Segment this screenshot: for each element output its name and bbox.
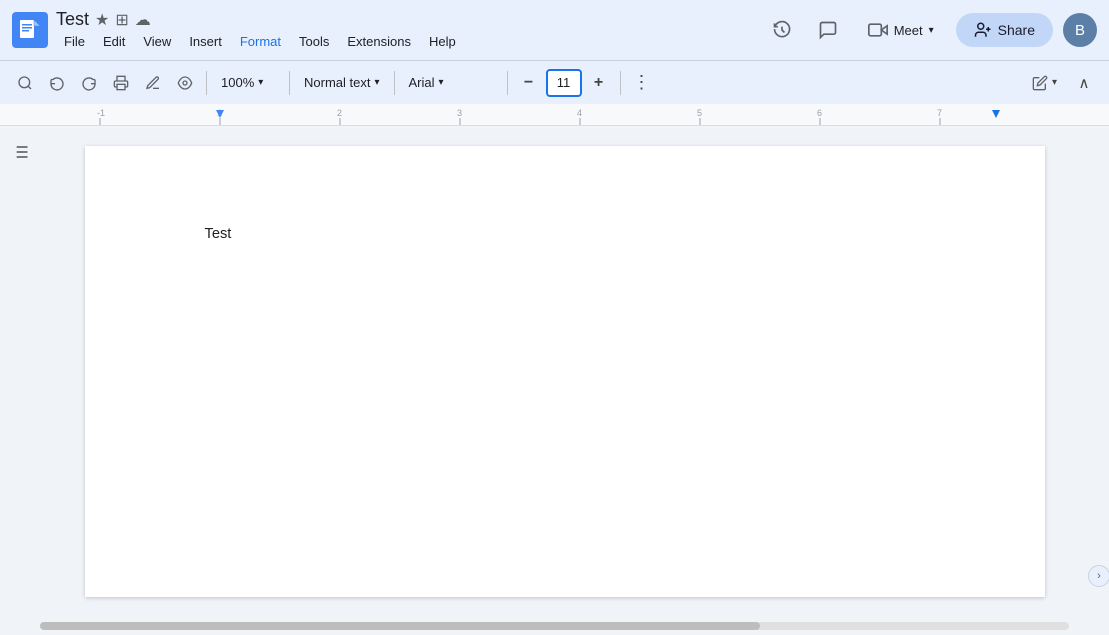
menu-tools[interactable]: Tools [291, 32, 337, 51]
history-icon [772, 20, 792, 40]
svg-text:6: 6 [817, 108, 822, 118]
print-button[interactable] [106, 68, 136, 98]
document-content[interactable]: Test [205, 226, 925, 242]
spell-check-icon [145, 75, 161, 91]
search-icon [17, 75, 33, 91]
svg-text:3: 3 [457, 108, 462, 118]
ruler-svg: -1 1 2 3 4 5 6 7 [0, 104, 1109, 126]
doc-title[interactable]: Test [56, 9, 89, 30]
right-sidebar: › [1089, 126, 1109, 617]
star-icon[interactable]: ★ [95, 10, 109, 30]
redo-button[interactable] [74, 68, 104, 98]
svg-text:-1: -1 [97, 108, 105, 118]
cloud-saved-icon[interactable]: ☁ [135, 10, 151, 30]
font-label: Arial [409, 75, 435, 90]
separator-3 [394, 71, 395, 95]
menu-view[interactable]: View [135, 32, 179, 51]
person-add-icon [974, 21, 992, 39]
user-avatar[interactable]: B [1063, 13, 1097, 47]
document-page[interactable]: Test [85, 146, 1045, 597]
spell-check-button[interactable] [138, 68, 168, 98]
redo-icon [81, 75, 97, 91]
search-button[interactable] [10, 68, 40, 98]
meet-chevron-icon: ▾ [929, 25, 934, 36]
outline-list-icon [10, 142, 30, 162]
title-bar-right: Meet ▾ Share B [764, 12, 1097, 48]
ruler: -1 1 2 3 4 5 6 7 [0, 104, 1109, 126]
font-select[interactable]: Arial ▾ [401, 68, 501, 98]
meet-label: Meet [894, 23, 923, 38]
separator-2 [289, 71, 290, 95]
zoom-chevron-icon: ▾ [258, 77, 263, 88]
menu-file[interactable]: File [56, 32, 93, 51]
paint-format-button[interactable] [170, 68, 200, 98]
comment-icon [818, 20, 838, 40]
share-button[interactable]: Share [956, 13, 1053, 47]
font-size-decrease-icon: − [524, 74, 533, 92]
font-size-increase-icon: + [594, 74, 603, 92]
outline-toggle-button[interactable] [10, 142, 30, 167]
history-button[interactable] [764, 12, 800, 48]
collapse-icon: ∧ [1079, 74, 1090, 92]
title-bar: Test ★ ⊞ ☁ File Edit View Insert Format … [0, 0, 1109, 60]
comments-button[interactable] [810, 12, 846, 48]
menu-extensions[interactable]: Extensions [339, 32, 419, 51]
font-size-decrease-button[interactable]: − [514, 68, 544, 98]
title-section: Test ★ ⊞ ☁ File Edit View Insert Format … [56, 9, 756, 51]
menu-format[interactable]: Format [232, 32, 289, 51]
separator-5 [620, 71, 621, 95]
main-area: Test › [0, 126, 1109, 617]
menu-edit[interactable]: Edit [95, 32, 133, 51]
video-icon [868, 20, 888, 40]
collapse-toolbar-button[interactable]: ∧ [1069, 68, 1099, 98]
document-canvas-wrapper[interactable]: Test [40, 126, 1089, 617]
edit-chevron-icon: ▾ [1052, 77, 1057, 88]
zoom-select[interactable]: 100% ▾ [213, 68, 283, 98]
bottom-scrollbar [0, 617, 1109, 635]
svg-text:2: 2 [337, 108, 342, 118]
docs-logo-icon [12, 12, 48, 48]
meet-button[interactable]: Meet ▾ [856, 14, 946, 46]
share-label: Share [998, 22, 1035, 38]
svg-text:7: 7 [937, 108, 942, 118]
collapse-panel-button[interactable]: › [1088, 565, 1109, 587]
zoom-value: 100% [221, 75, 254, 90]
edit-mode-button[interactable]: ▾ [1024, 71, 1065, 95]
more-options-button[interactable]: ⋮ [627, 68, 657, 98]
undo-icon [49, 75, 65, 91]
paint-format-icon [177, 75, 193, 91]
svg-text:4: 4 [577, 108, 582, 118]
menu-insert[interactable]: Insert [181, 32, 230, 51]
text-style-label: Normal text [304, 75, 370, 90]
text-style-chevron-icon: ▾ [374, 77, 379, 88]
font-size-increase-button[interactable]: + [584, 68, 614, 98]
edit-pencil-icon [1032, 75, 1048, 91]
toolbar-right: ▾ ∧ [1024, 68, 1099, 98]
svg-text:5: 5 [697, 108, 702, 118]
separator-1 [206, 71, 207, 95]
separator-4 [507, 71, 508, 95]
sidebar-outline [0, 126, 40, 617]
more-options-icon: ⋮ [633, 72, 651, 93]
horizontal-scrollbar-thumb[interactable] [40, 622, 760, 630]
font-size-group: − + [514, 68, 614, 98]
horizontal-scrollbar-track[interactable] [40, 622, 1069, 630]
font-chevron-icon: ▾ [439, 77, 444, 88]
folder-icon[interactable]: ⊞ [115, 10, 128, 30]
title-row: Test ★ ⊞ ☁ [56, 9, 756, 30]
menu-help[interactable]: Help [421, 32, 464, 51]
toolbar: 100% ▾ Normal text ▾ Arial ▾ − + ⋮ ▾ [0, 60, 1109, 104]
undo-button[interactable] [42, 68, 72, 98]
font-size-input[interactable] [546, 69, 582, 97]
print-icon [113, 75, 129, 91]
menu-bar: File Edit View Insert Format Tools Exten… [56, 32, 756, 51]
text-style-select[interactable]: Normal text ▾ [296, 68, 388, 98]
